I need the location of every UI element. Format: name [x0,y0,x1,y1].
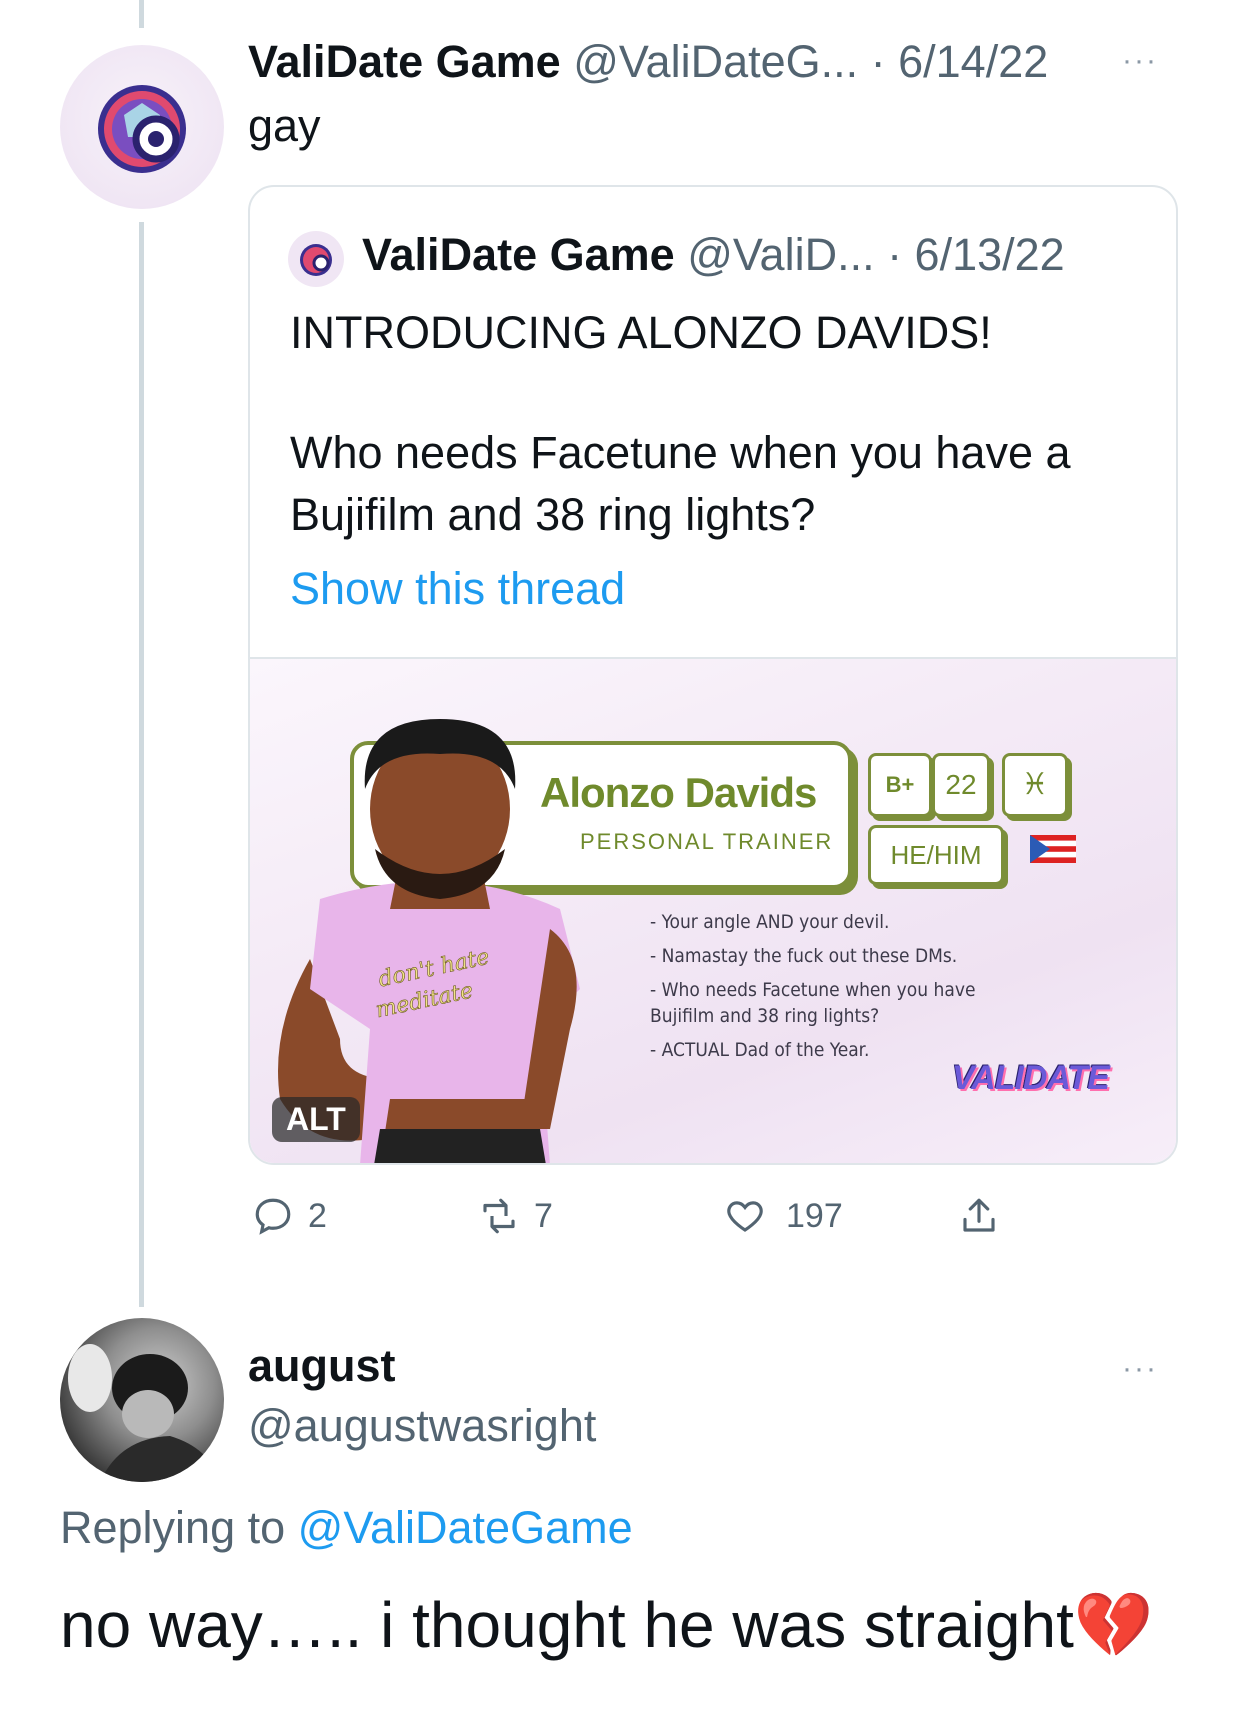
quote-handle-date[interactable]: @ValiD... · 6/13/22 [687,229,1065,280]
august-avatar[interactable] [60,1318,224,1482]
retweet-icon [483,1198,515,1234]
pronoun-badge: HE/HIM [868,825,1004,885]
heart-icon [727,1201,763,1232]
profile-photo [68,1344,220,1482]
trait-item: - ACTUAL Dad of the Year. [650,1039,870,1061]
trait-list: - Your angle AND your devil. - Namastay … [650,907,975,1065]
replying-prefix: Replying to [60,1502,286,1553]
tweet-author-name[interactable]: ValiDate Game [248,36,561,87]
reply-handle[interactable]: @augustwasright [248,1400,596,1452]
quote-text-line: Bujifilm and 38 ring lights? [290,489,816,540]
validate-wordmark: VALIDATE [952,1059,1110,1097]
retweet-action[interactable]: 7 [478,1195,553,1237]
show-thread-link[interactable]: Show this thread [290,563,625,615]
tweet-handle-date[interactable]: @ValiDateG... · 6/14/22 [573,36,1048,87]
quote-text-line: Who needs Facetune when you have a [290,427,1071,478]
age-badge: 22 [932,753,990,817]
tweet-more-icon[interactable]: ··· [1122,44,1158,78]
reply-text: no way….. i thought he was straight [60,1589,1074,1661]
thread-connector [139,0,144,28]
validate-avatar[interactable] [60,45,224,209]
reply-author-name[interactable]: august [248,1340,396,1392]
share-icon [963,1198,995,1232]
like-count: 197 [786,1196,843,1235]
character-card-image[interactable]: Alonzo Davids PERSONAL TRAINER B+ 22 ♓ H… [250,657,1176,1163]
quote-text-line: INTRODUCING ALONZO DAVIDS! [290,307,992,358]
share-action[interactable] [958,1195,1000,1237]
like-action[interactable]: 197 [724,1195,843,1237]
zodiac-badge: ♓ [1002,753,1068,817]
validate-logo-icon [98,85,186,173]
trait-item: - Namastay the fuck out these DMs. [650,945,958,967]
reply-icon [255,1198,291,1235]
character-illustration: don't hate meditate [278,719,580,1163]
retweet-count: 7 [534,1196,553,1235]
replying-to-line: Replying to @ValiDateGame [60,1502,633,1554]
quote-avatar[interactable] [288,231,344,287]
blood-badge: B+ [868,753,932,817]
quoted-tweet-card[interactable]: ValiDate Game @ValiD... · 6/13/22 INTROD… [248,185,1178,1165]
reply-action[interactable]: 2 [252,1195,327,1237]
trait-item: Bujifilm and 38 ring lights? [650,1005,880,1027]
alt-text-badge[interactable]: ALT [272,1097,360,1142]
broken-heart-emoji: 💔 [1073,1589,1154,1661]
reply-text-line: no way….. i thought he was straight💔 [60,1588,1154,1663]
quote-author-name[interactable]: ValiDate Game [362,229,675,280]
thread-connector [139,222,144,1307]
reply-count: 2 [308,1196,327,1235]
flag-icon [1030,835,1076,863]
trait-item: - Your angle AND your devil. [650,911,890,933]
validate-logo-icon [300,244,332,276]
reply-more-icon[interactable]: ··· [1122,1352,1158,1386]
tweet-text: gay [248,100,321,151]
replying-to-link[interactable]: @ValiDateGame [298,1502,633,1553]
